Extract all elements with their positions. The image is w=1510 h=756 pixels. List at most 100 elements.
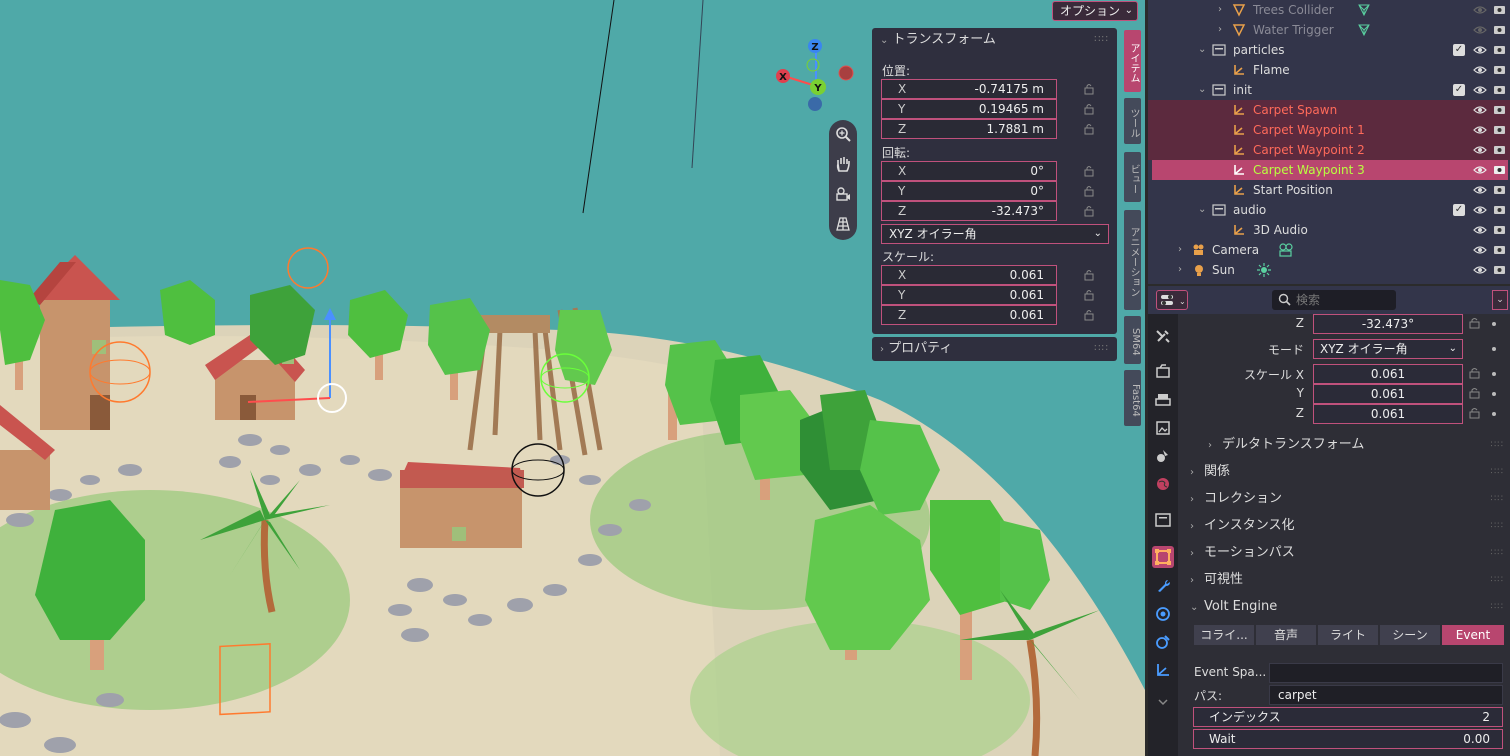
lock-icon[interactable] xyxy=(1083,289,1095,301)
rotation-mode-dropdown[interactable]: XYZ オイラー角 ⌄ xyxy=(1313,339,1463,359)
lock-icon[interactable] xyxy=(1083,123,1095,135)
eye-icon[interactable] xyxy=(1473,103,1487,117)
sun-icon[interactable] xyxy=(1256,262,1272,278)
path-input[interactable]: carpet xyxy=(1269,685,1503,705)
tab-sm64[interactable]: SM64 xyxy=(1124,316,1141,364)
drag-grip-icon[interactable]: ∷∷ xyxy=(1094,28,1109,52)
keyframe-dot[interactable] xyxy=(1492,322,1496,326)
outliner-row-start-position[interactable]: Start Position xyxy=(1148,180,1510,200)
grid-perspective-icon[interactable] xyxy=(833,214,853,234)
render-camera-icon[interactable] xyxy=(1493,263,1506,276)
render-tab-icon[interactable] xyxy=(1153,362,1173,382)
tab-collider[interactable]: コライ... xyxy=(1194,625,1254,645)
outliner-row-carpet-waypoint-3[interactable]: Carpet Waypoint 3 xyxy=(1152,160,1508,180)
outliner-row-carpet-waypoint-1[interactable]: Carpet Waypoint 1 xyxy=(1148,120,1510,140)
lock-icon[interactable] xyxy=(1083,185,1095,197)
lock-icon[interactable] xyxy=(1083,269,1095,281)
hand-pan-icon[interactable] xyxy=(833,154,853,174)
mesh-data-icon[interactable] xyxy=(1356,22,1372,38)
view-layer-tab-icon[interactable] xyxy=(1153,418,1173,438)
render-camera-icon[interactable] xyxy=(1493,183,1506,196)
tab-item[interactable]: アイテム xyxy=(1124,30,1141,92)
modifier-wrench-icon[interactable] xyxy=(1153,576,1173,596)
output-tab-icon[interactable] xyxy=(1153,390,1173,410)
drag-grip-icon[interactable]: ∷∷ xyxy=(1491,514,1504,538)
chevron-right-icon[interactable]: › xyxy=(1178,240,1182,260)
outliner-row-particles[interactable]: ⌄ particles ✓ xyxy=(1148,40,1510,60)
editor-type-dropdown[interactable]: ⌄ xyxy=(1156,290,1188,310)
drag-grip-icon[interactable]: ∷∷ xyxy=(1491,433,1504,457)
eye-icon[interactable] xyxy=(1473,23,1487,37)
eye-icon[interactable] xyxy=(1473,223,1487,237)
tool-settings-tab-icon[interactable] xyxy=(1153,326,1173,346)
tab-light[interactable]: ライト xyxy=(1318,625,1378,645)
world-tab-icon[interactable] xyxy=(1153,474,1173,494)
render-camera-icon[interactable] xyxy=(1493,63,1506,76)
keyframe-dot[interactable] xyxy=(1492,372,1496,376)
outliner-row-audio[interactable]: ⌄ audio ✓ xyxy=(1148,200,1510,220)
particles-tab-icon[interactable] xyxy=(1153,604,1173,624)
camera-view-icon[interactable] xyxy=(833,184,853,204)
render-camera-icon[interactable] xyxy=(1493,83,1506,96)
drag-grip-icon[interactable]: ∷∷ xyxy=(1491,460,1504,484)
tab-scene[interactable]: シーン xyxy=(1380,625,1440,645)
relations-section[interactable]: › 関係 ∷∷ xyxy=(1190,460,1508,484)
location-y-field[interactable]: Y 0.19465 m xyxy=(881,99,1057,119)
3d-viewport[interactable]: オプション ⌄ Z Y X ⌄ トランスフォーム ∷∷ 位置: X -0.741… xyxy=(0,0,1145,756)
render-camera-icon[interactable] xyxy=(1493,223,1506,236)
volt-engine-section[interactable]: ⌄ Volt Engine ∷∷ xyxy=(1190,595,1508,619)
chevron-down-icon[interactable] xyxy=(1153,692,1173,712)
scale-z-field[interactable]: Z 0.061 xyxy=(881,305,1057,325)
properties-search-input[interactable]: 検索 xyxy=(1272,290,1396,310)
instancing-section[interactable]: › インスタンス化 ∷∷ xyxy=(1190,514,1508,538)
event-space-input[interactable] xyxy=(1269,663,1503,683)
outliner-row-init[interactable]: ⌄ init ✓ xyxy=(1148,80,1510,100)
render-camera-icon[interactable] xyxy=(1493,3,1506,16)
chevron-right-icon[interactable]: › xyxy=(1218,0,1222,20)
scale-y-field[interactable]: 0.061 xyxy=(1313,384,1463,404)
drag-grip-icon[interactable]: ∷∷ xyxy=(1491,541,1504,565)
eye-icon[interactable] xyxy=(1473,203,1487,217)
tab-animation[interactable]: アニメーション xyxy=(1124,210,1141,310)
collection-tab-icon[interactable] xyxy=(1153,510,1173,530)
chevron-right-icon[interactable]: › xyxy=(1178,260,1182,280)
rotation-x-field[interactable]: X 0° xyxy=(881,161,1057,181)
collection-checkbox[interactable]: ✓ xyxy=(1453,84,1465,96)
eye-icon[interactable] xyxy=(1473,143,1487,157)
lock-icon[interactable] xyxy=(1083,165,1095,177)
lock-icon[interactable] xyxy=(1469,317,1480,329)
outliner-row-carpet-spawn[interactable]: Carpet Spawn xyxy=(1148,100,1510,120)
physics-tab-icon[interactable] xyxy=(1153,632,1173,652)
chevron-down-icon[interactable]: ⌄ xyxy=(1198,200,1206,220)
collection-checkbox[interactable]: ✓ xyxy=(1453,44,1465,56)
tab-tool[interactable]: ツール xyxy=(1124,98,1141,144)
scale-y-field[interactable]: Y 0.061 xyxy=(881,285,1057,305)
collections-section[interactable]: › コレクション ∷∷ xyxy=(1190,487,1508,511)
keyframe-dot[interactable] xyxy=(1492,412,1496,416)
tab-fast64[interactable]: Fast64 xyxy=(1124,370,1141,426)
eye-icon[interactable] xyxy=(1473,263,1487,277)
index-field[interactable]: インデックス 2 xyxy=(1193,707,1503,727)
scale-z-field[interactable]: 0.061 xyxy=(1313,404,1463,424)
scale-x-field[interactable]: 0.061 xyxy=(1313,364,1463,384)
render-camera-icon[interactable] xyxy=(1493,163,1506,176)
eye-icon[interactable] xyxy=(1473,43,1487,57)
eye-icon[interactable] xyxy=(1473,123,1487,137)
delta-transform-section[interactable]: › デルタトランスフォーム ∷∷ xyxy=(1208,433,1508,457)
lock-icon[interactable] xyxy=(1469,387,1480,399)
tab-view[interactable]: ビュー xyxy=(1124,152,1141,202)
outliner-row-carpet-waypoint-2[interactable]: Carpet Waypoint 2 xyxy=(1148,140,1510,160)
rotation-z-field[interactable]: -32.473° xyxy=(1313,314,1463,334)
lock-icon[interactable] xyxy=(1083,83,1095,95)
object-data-empty-icon[interactable] xyxy=(1153,660,1173,680)
object-tab[interactable] xyxy=(1152,546,1174,568)
transform-panel-header[interactable]: ⌄ トランスフォーム ∷∷ xyxy=(872,28,1117,52)
drag-grip-icon[interactable]: ∷∷ xyxy=(1094,337,1109,361)
zoom-icon[interactable] xyxy=(833,124,853,144)
outliner-row-camera[interactable]: › Camera xyxy=(1148,240,1510,260)
motion-paths-section[interactable]: › モーションパス ∷∷ xyxy=(1190,541,1508,565)
rotation-y-field[interactable]: Y 0° xyxy=(881,181,1057,201)
eye-icon[interactable] xyxy=(1473,163,1487,177)
eye-icon[interactable] xyxy=(1473,243,1487,257)
scene-tab-icon[interactable] xyxy=(1153,446,1173,466)
